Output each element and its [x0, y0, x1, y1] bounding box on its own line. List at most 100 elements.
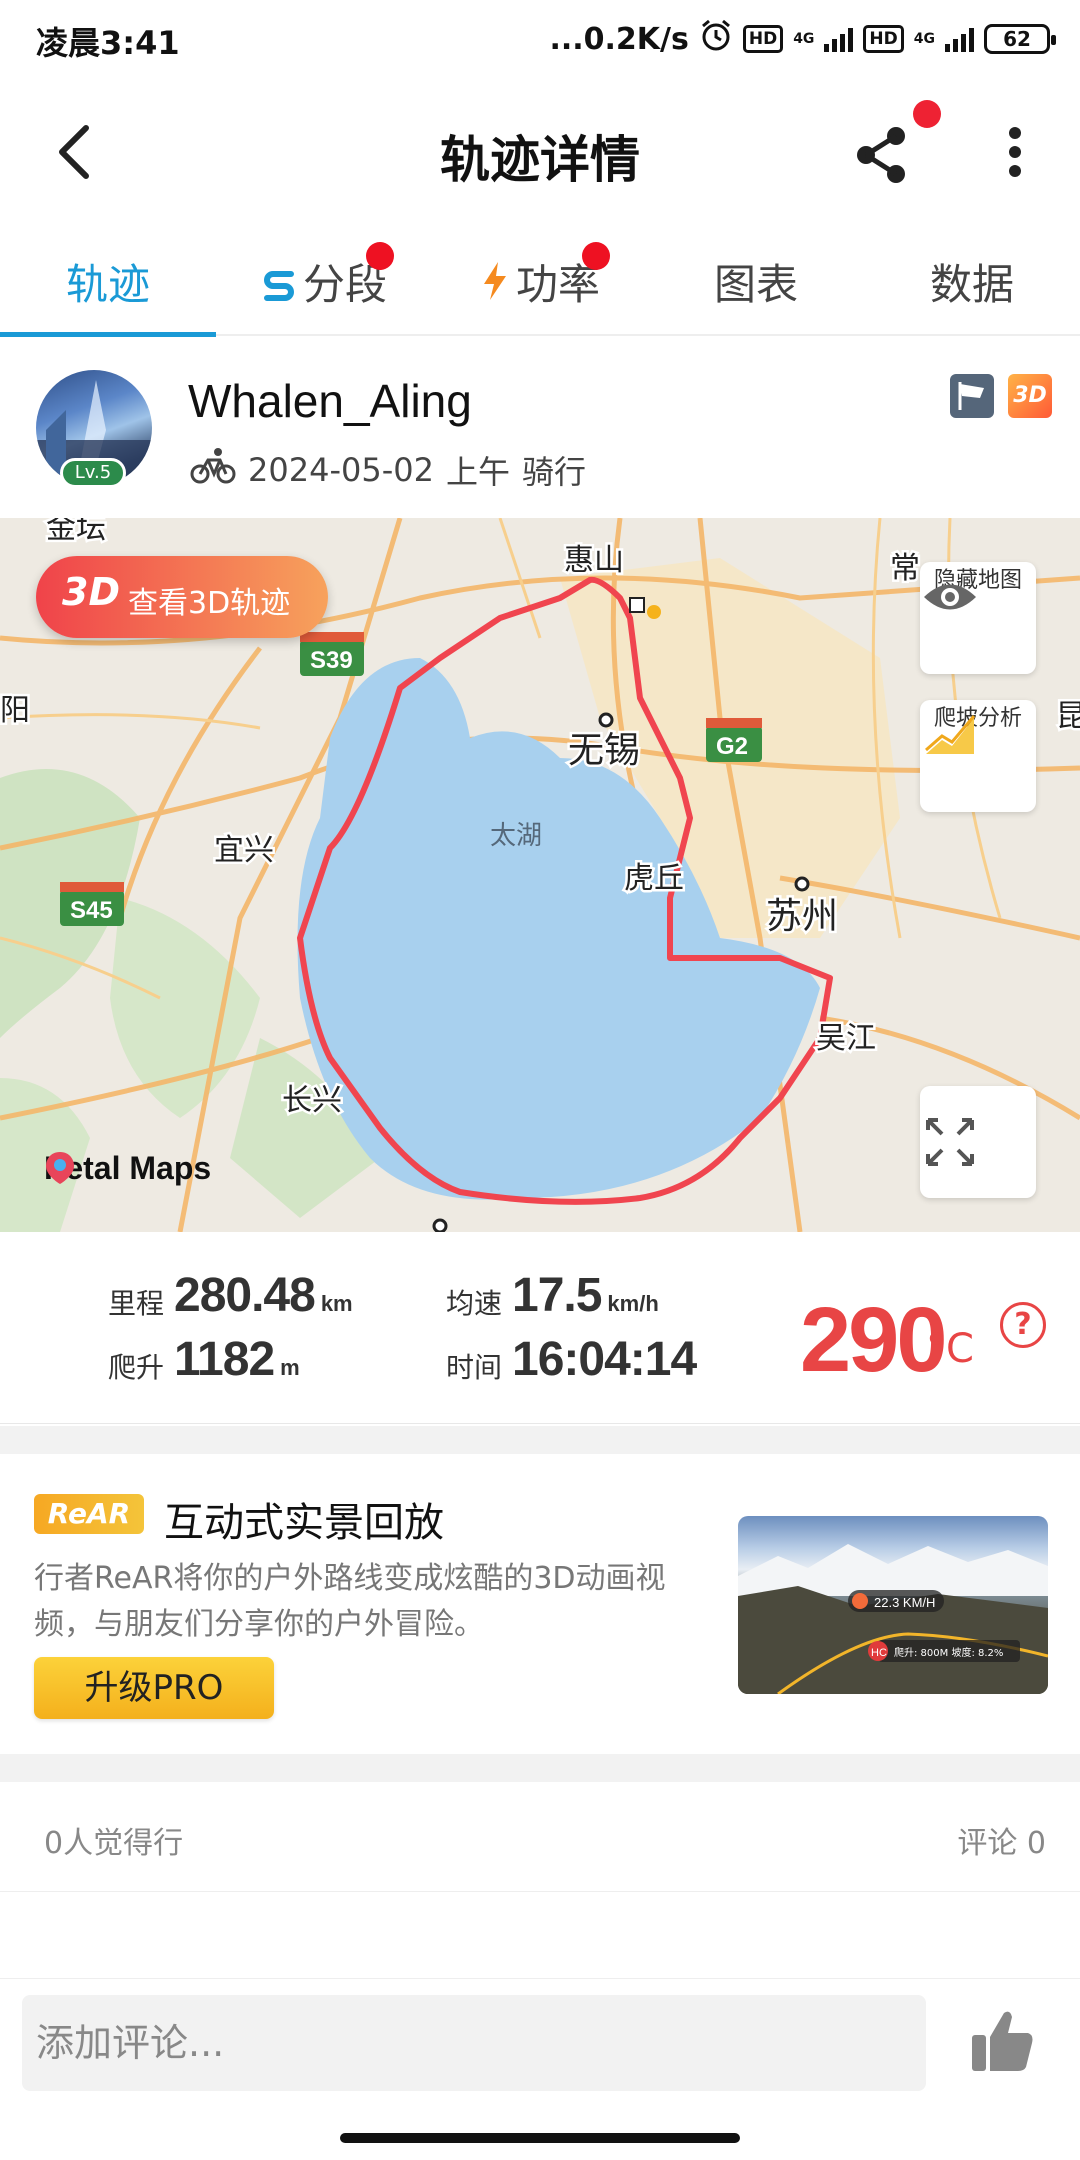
time-value: 16:04:14	[512, 1333, 697, 1386]
speed-value: 17.5 km/h	[512, 1269, 659, 1322]
eye-icon	[924, 584, 976, 610]
place-label-huishan: 惠山	[564, 543, 624, 578]
place-label-yixing: 宜兴	[214, 833, 274, 868]
bicycle-icon	[190, 446, 236, 494]
climb-chart-icon	[925, 715, 976, 754]
rear-logo: ReAR	[34, 1494, 144, 1534]
tab-segments[interactable]: 分段	[216, 240, 432, 334]
hd-badge-2: HD	[863, 25, 904, 53]
username[interactable]: Whalen_Aling	[188, 374, 472, 428]
net-type-2: 4G	[913, 31, 935, 47]
tab-power[interactable]: 功率	[432, 240, 648, 334]
comment-input[interactable]	[22, 1995, 926, 2091]
place-label-chang: 常	[890, 551, 920, 586]
map-pin-icon	[46, 1152, 74, 1184]
hd-badge-1: HD	[742, 25, 784, 53]
flag-badge-icon	[950, 374, 994, 418]
app-header: 轨迹详情	[0, 80, 1080, 230]
home-indicator	[340, 2133, 740, 2143]
road-label-g2: G2	[716, 733, 748, 760]
temperature-unit: °C	[926, 1326, 974, 1372]
distance-label: 里程	[108, 1287, 165, 1320]
battery-icon: 62	[984, 24, 1056, 54]
status-bar: 凌晨3:41 ...0.2K/s HD 4G HD 4G 62	[0, 0, 1080, 76]
distance-unit: km	[320, 1291, 353, 1316]
climb-analysis-button[interactable]: 爬坡分析	[920, 700, 1036, 812]
tab-charts-label: 图表	[713, 260, 798, 309]
tab-bar: 轨迹 分段 功率 图表 数据	[0, 240, 1080, 336]
place-label-wuxi: 无锡	[568, 730, 640, 771]
page-title: 轨迹详情	[440, 131, 640, 189]
segment-icon	[261, 243, 297, 333]
more-vertical-icon	[1009, 127, 1021, 177]
petal-maps-logo: Petal Maps	[44, 1150, 211, 1187]
section-divider	[0, 1426, 1080, 1454]
temperature-help-button[interactable]: ?	[1000, 1302, 1046, 1348]
place-label-changxing: 长兴	[282, 1083, 342, 1118]
likes-count[interactable]: 0人觉得行	[44, 1818, 183, 1862]
tab-power-dot	[582, 242, 610, 270]
level-badge: Lv.5	[60, 458, 126, 488]
promo-image-speed: 22.3 KM/H	[874, 1595, 935, 1610]
road-label-s39: S39	[310, 647, 353, 674]
3d-badge: 3D	[1008, 374, 1052, 418]
share-icon	[857, 127, 905, 183]
lake-label-taihu: 太湖	[490, 821, 542, 851]
thumbs-up-icon	[972, 2011, 1033, 2071]
speed-label: 均速	[446, 1287, 503, 1320]
ride-stats: 里程 280.48 km 均速 17.5 km/h 爬升 1182 m 时间 16:0…	[0, 1232, 1080, 1424]
comment-bar	[0, 1978, 1080, 2160]
view-3d-tag: 3D	[62, 570, 120, 614]
ride-period: 上午	[445, 453, 510, 491]
comments-count[interactable]: 评论 0	[957, 1818, 1046, 1862]
network-speed: ...0.2K/s	[549, 21, 689, 57]
lightning-icon	[480, 243, 510, 333]
distance-value: 280.48 km	[174, 1269, 353, 1322]
climb-value: 1182 m	[174, 1333, 300, 1386]
temperature-value: 290	[800, 1289, 947, 1391]
place-label-suzhou: 苏州	[766, 896, 838, 937]
tab-track-label: 轨迹	[65, 260, 150, 309]
tab-charts[interactable]: 图表	[648, 240, 864, 334]
ride-meta: 2024-05-02 上午 骑行	[190, 446, 586, 494]
place-label-yang: 阳	[0, 693, 30, 728]
share-notification-dot	[913, 100, 941, 128]
ride-date: 2024-05-02	[248, 451, 434, 489]
net-type-1: 4G	[793, 31, 815, 47]
signal-icon-2	[945, 26, 974, 52]
climb-label: 爬升	[108, 1351, 165, 1384]
place-label-huqiu: 虎丘	[624, 861, 684, 896]
tab-data[interactable]: 数据	[864, 240, 1080, 334]
promo-preview-image[interactable]: 22.3 KM/H HC 爬升: 800M 坡度: 8.2%	[738, 1516, 1048, 1694]
place-label-jintan: 金坛	[46, 518, 106, 546]
expand-icon	[926, 1118, 974, 1166]
climb-unit: m	[280, 1355, 300, 1380]
tab-track[interactable]: 轨迹	[0, 240, 216, 334]
view-3d-label: 查看3D轨迹	[128, 586, 291, 621]
signal-icon	[824, 26, 854, 52]
road-label-s45: S45	[70, 897, 113, 924]
hide-map-button[interactable]: 隐藏地图	[920, 562, 1036, 674]
social-stats: 0人觉得行 评论 0	[0, 1782, 1080, 1892]
speed-unit: km/h	[607, 1291, 659, 1316]
rider-profile: Lv.5 Whalen_Aling 2024-05-02 上午 骑行 3D	[0, 340, 1080, 518]
like-button[interactable]	[970, 2005, 1036, 2077]
ride-activity: 骑行	[521, 453, 586, 491]
fullscreen-button[interactable]	[920, 1086, 1036, 1198]
status-indicators: ...0.2K/s HD 4G HD 4G 62	[549, 18, 1056, 60]
status-time: 凌晨3:41	[36, 24, 180, 62]
promo-image-info: 爬升: 800M 坡度: 8.2%	[894, 1646, 1003, 1659]
upgrade-pro-button[interactable]: 升级PRO	[34, 1657, 274, 1719]
more-options-button[interactable]	[995, 120, 1035, 190]
place-label-wujiang: 吴江	[816, 1021, 876, 1056]
tab-data-label: 数据	[929, 260, 1014, 309]
route-map[interactable]: 金坛 惠山 常 阳 无锡 宜兴 虎丘 苏州 吴江 长兴 昆 太湖 S39 G2 …	[0, 518, 1080, 1232]
tab-active-indicator	[0, 332, 216, 337]
share-button[interactable]	[848, 120, 918, 190]
section-divider-2	[0, 1754, 1080, 1782]
promo-title: 互动式实景回放	[164, 1500, 444, 1546]
view-3d-button[interactable]: 3D 查看3D轨迹	[36, 556, 328, 638]
tab-segments-dot	[366, 242, 394, 270]
alarm-icon	[699, 18, 733, 60]
place-label-kun: 昆	[1056, 699, 1080, 734]
